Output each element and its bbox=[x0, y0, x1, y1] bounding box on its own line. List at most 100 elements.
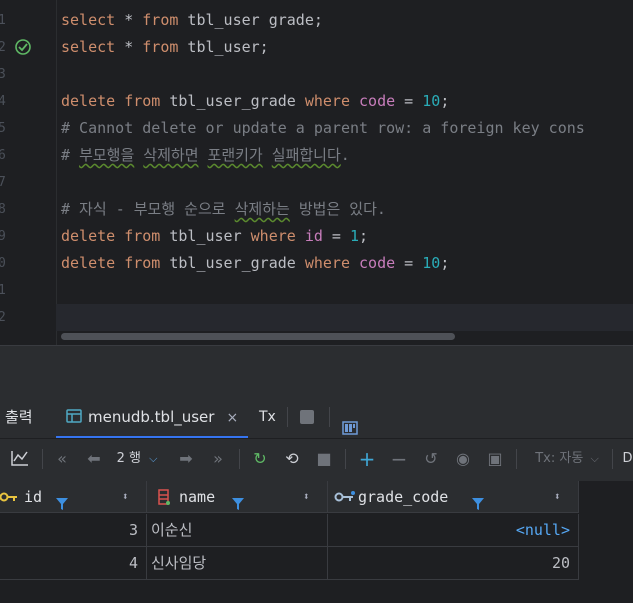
horizontal-scrollbar[interactable] bbox=[61, 333, 455, 340]
code-token: # Cannot delete or update a parent row: … bbox=[61, 119, 585, 137]
column-header-id[interactable]: id ⬍ bbox=[0, 481, 147, 513]
code-token: where bbox=[250, 227, 296, 245]
refresh-icon[interactable]: ↻ bbox=[250, 449, 270, 469]
code-token: 포랜키가 bbox=[207, 146, 263, 164]
line-number-text: 2 bbox=[0, 310, 6, 325]
add-row-icon[interactable]: + bbox=[357, 449, 377, 469]
code-token: delete bbox=[61, 254, 116, 272]
column-header-grade-code[interactable]: grade_code ⬍ bbox=[328, 481, 579, 513]
sort-icon[interactable]: ⬍ bbox=[122, 481, 129, 513]
chevron-down-icon: ⌵ bbox=[149, 452, 158, 465]
code-line[interactable]: delete from tbl_user_grade where code = … bbox=[61, 250, 449, 277]
code-token: 1 bbox=[350, 227, 360, 245]
tx-label: Tx bbox=[259, 409, 276, 425]
line-number-text: 2 bbox=[0, 40, 6, 55]
tab-separator bbox=[329, 407, 330, 427]
line-number-text: 3 bbox=[0, 67, 6, 82]
code-token: from bbox=[124, 92, 161, 110]
table-cell-id[interactable]: 4 bbox=[0, 547, 147, 580]
column-header-name[interactable]: name ⬍ bbox=[147, 481, 328, 513]
next-page-icon[interactable]: ➡ bbox=[176, 449, 196, 469]
table-cell-name[interactable]: 신사임당 bbox=[147, 547, 328, 580]
last-page-icon[interactable]: » bbox=[208, 449, 228, 469]
toolbar-separator bbox=[239, 449, 240, 469]
tab-result-label: menudb.tbl_user bbox=[88, 408, 215, 426]
chart-icon[interactable] bbox=[10, 449, 30, 469]
line-number: 0 bbox=[0, 250, 56, 277]
code-token: * bbox=[115, 11, 143, 29]
code-line[interactable]: # 부모행을 삭제하면 포랜키가 실패합니다. bbox=[61, 142, 350, 169]
preview-icon[interactable]: ◉ bbox=[453, 449, 473, 469]
tx-button[interactable]: Tx bbox=[259, 396, 276, 438]
line-number: 2 bbox=[0, 304, 56, 331]
code-token: . bbox=[340, 146, 350, 164]
tx-mode-selector[interactable]: Tx: 자동 ⌵ bbox=[530, 449, 604, 469]
table-cell-grade-code[interactable]: 20 bbox=[328, 547, 579, 580]
line-number: 1 bbox=[0, 7, 56, 34]
code-line[interactable]: select * from tbl_user grade; bbox=[61, 7, 323, 34]
code-token: 10 bbox=[422, 92, 441, 110]
code-token: from bbox=[142, 38, 179, 56]
first-page-icon[interactable]: « bbox=[52, 449, 72, 469]
code-token: delete bbox=[61, 227, 116, 245]
close-icon[interactable]: × bbox=[226, 410, 238, 426]
code-line[interactable]: # Cannot delete or update a parent row: … bbox=[61, 115, 585, 142]
code-token: from bbox=[124, 227, 161, 245]
sort-icon[interactable]: ⬍ bbox=[554, 481, 561, 513]
code-token: = bbox=[395, 92, 423, 110]
code-token: id bbox=[304, 227, 323, 245]
table-cell-id[interactable]: 3 bbox=[0, 514, 147, 547]
code-line[interactable]: delete from tbl_user where id = 1; bbox=[61, 223, 368, 250]
table-cell-grade-code[interactable]: <null> bbox=[328, 514, 579, 547]
line-number-text: 8 bbox=[0, 202, 6, 217]
stop-icon[interactable] bbox=[300, 410, 314, 424]
cancel-query-icon[interactable]: ■ bbox=[314, 449, 334, 469]
row-count-selector[interactable]: 2 행 ⌵ bbox=[112, 449, 162, 469]
remove-row-icon[interactable]: − bbox=[389, 449, 409, 469]
submit-icon[interactable]: ▣ bbox=[485, 449, 505, 469]
code-line[interactable] bbox=[56, 304, 633, 331]
line-number: 9 bbox=[0, 223, 56, 250]
toolbar-separator bbox=[612, 449, 613, 469]
column-header-label: name bbox=[179, 488, 216, 506]
code-token: ; bbox=[440, 92, 450, 110]
line-number: 8 bbox=[0, 196, 56, 223]
code-token: = bbox=[322, 227, 350, 245]
table-cell-name[interactable]: 이순신 bbox=[147, 514, 328, 547]
code-token: ; bbox=[359, 227, 369, 245]
code-line[interactable]: # 자식 - 부모행 순으로 삭제하는 방법은 있다. bbox=[61, 196, 386, 223]
sort-icon[interactable]: ⬍ bbox=[303, 481, 310, 513]
code-area[interactable]: select * from tbl_user grade; select * fr… bbox=[56, 0, 633, 345]
line-number-text: 9 bbox=[0, 229, 6, 244]
code-token: ; bbox=[440, 254, 450, 272]
history-icon[interactable]: ⟲ bbox=[282, 449, 302, 469]
line-number-text: 4 bbox=[0, 94, 6, 109]
more-options[interactable]: D bbox=[622, 449, 633, 469]
table-icon bbox=[66, 397, 82, 439]
line-number: 7 bbox=[0, 169, 56, 196]
line-number: 5 bbox=[0, 115, 56, 142]
previous-page-icon[interactable]: ⬅ bbox=[84, 449, 104, 469]
tab-result-table[interactable]: menudb.tbl_user × bbox=[56, 396, 249, 439]
code-line[interactable]: delete from tbl_user_grade where code = … bbox=[61, 88, 449, 115]
line-number-text: 0 bbox=[0, 256, 6, 271]
code-token: where bbox=[304, 92, 350, 110]
revert-icon[interactable]: ↺ bbox=[421, 449, 441, 469]
column-header-label: id bbox=[24, 488, 43, 506]
code-line[interactable]: select * from tbl_user; bbox=[61, 34, 269, 61]
code-token: delete bbox=[61, 92, 116, 110]
line-number-text: 5 bbox=[0, 121, 6, 136]
code-token: 실패합니다 bbox=[271, 146, 341, 164]
sql-editor[interactable]: 1 2 3 4 5 6 7 8 9 0 1 2 select * from tbl_user grad… bbox=[0, 0, 633, 345]
code-token: where bbox=[304, 254, 350, 272]
code-token: * bbox=[115, 38, 143, 56]
results-grid[interactable]: id ⬍ name ⬍ grade_code ⬍ 3 이순신 <null> 4 … bbox=[0, 481, 633, 603]
line-number-text: 1 bbox=[0, 283, 6, 298]
code-token: tbl_user_grade bbox=[160, 254, 305, 272]
column-header-label: grade_code bbox=[358, 488, 449, 506]
tab-output[interactable]: 출력 bbox=[5, 396, 33, 438]
